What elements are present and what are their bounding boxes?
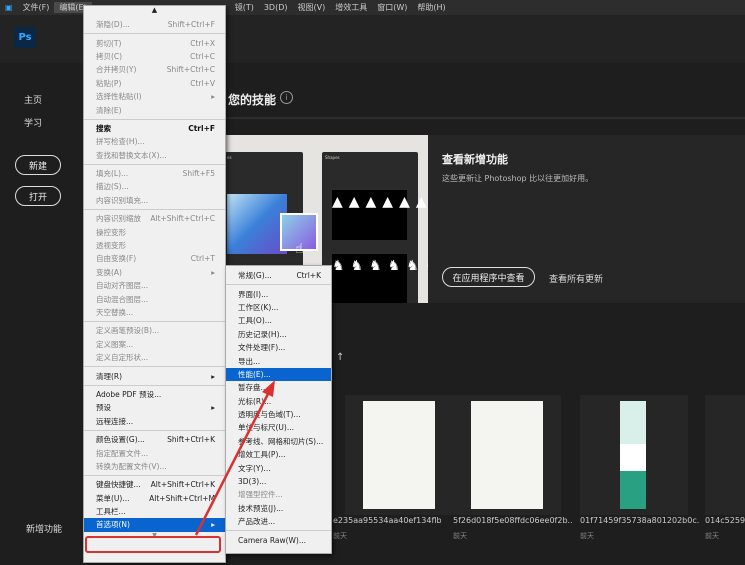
- arrow-head-icon: [262, 380, 275, 397]
- annotation-box: [85, 536, 221, 553]
- annotation-overlay: [85, 380, 275, 553]
- annotation-arrow: [194, 389, 272, 536]
